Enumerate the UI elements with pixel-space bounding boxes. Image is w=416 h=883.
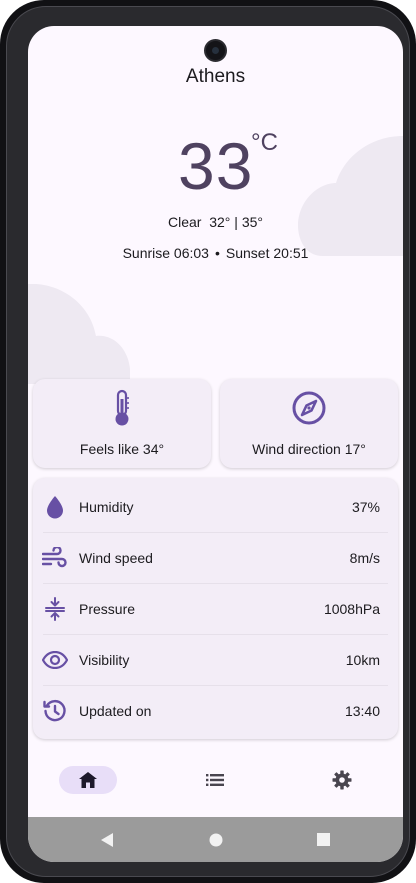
app-screen: Athens 33 °C Clear 32° | 35° Sunrise 06:… [28, 26, 403, 862]
sunset-time: Sunset 20:51 [225, 245, 309, 261]
gear-icon [332, 770, 352, 790]
home-icon [79, 772, 97, 788]
back-icon [100, 832, 113, 847]
updated-on-label: Updated on [79, 702, 152, 719]
sun-times: Sunrise 06:03 • Sunset 20:51 [28, 245, 403, 261]
feels-like-label: Feels like 34° [79, 441, 165, 457]
current-temperature: 33 [178, 129, 254, 203]
detail-row-pressure: Pressure 1008hPa [33, 583, 398, 634]
humidity-value: 37% [351, 498, 380, 515]
detail-row-wind-speed: Wind speed 8m/s [33, 532, 398, 583]
nav-list-button[interactable] [193, 766, 237, 794]
wind-direction-label: Wind direction 17° [252, 441, 366, 457]
recents-icon [316, 833, 330, 846]
eye-icon [42, 647, 68, 673]
condition-and-range: Clear 32° | 35° [168, 214, 263, 230]
compress-icon [42, 596, 68, 622]
weather-details-card: Humidity 37% Wind speed 8m/s Pressure 10… [33, 478, 398, 739]
nav-settings-button[interactable] [320, 766, 364, 794]
front-camera [204, 39, 227, 62]
wind-direction-card[interactable]: Wind direction 17° [220, 379, 398, 468]
sun-separator: • [214, 245, 220, 261]
system-back-button[interactable] [92, 817, 122, 862]
cloud-right-decoration [298, 136, 403, 256]
detail-row-updated-on: Updated on 13:40 [33, 685, 398, 736]
detail-row-humidity: Humidity 37% [33, 481, 398, 532]
system-navigation-bar [28, 817, 403, 862]
phone-frame: Athens 33 °C Clear 32° | 35° Sunrise 06:… [0, 0, 416, 883]
system-home-button[interactable] [201, 817, 231, 862]
updated-on-value: 13:40 [344, 702, 380, 719]
sunrise-time: Sunrise 06:03 [122, 245, 209, 261]
list-icon [206, 774, 224, 786]
compass-icon [220, 389, 398, 432]
cloud-left-decoration [28, 284, 130, 384]
visibility-value: 10km [345, 651, 380, 668]
phone-bezel: Athens 33 °C Clear 32° | 35° Sunrise 06:… [6, 6, 410, 877]
wind-speed-value: 8m/s [349, 549, 380, 566]
home-circle-icon [209, 833, 223, 846]
bottom-navigation [28, 753, 403, 809]
city-name: Athens [185, 66, 246, 87]
pressure-label: Pressure [79, 600, 136, 617]
detail-row-visibility: Visibility 10km [33, 634, 398, 685]
nav-home-button[interactable] [59, 766, 117, 794]
pressure-value: 1008hPa [323, 600, 380, 617]
wind-icon [42, 545, 68, 571]
temperature-unit: °C [251, 129, 278, 156]
thermometer-icon [33, 389, 211, 432]
system-recents-button[interactable] [308, 817, 338, 862]
feels-like-card[interactable]: Feels like 34° [33, 379, 211, 468]
water-drop-icon [42, 494, 68, 520]
humidity-label: Humidity [79, 498, 134, 515]
wind-speed-label: Wind speed [79, 549, 153, 566]
visibility-label: Visibility [79, 651, 130, 668]
clock-history-icon [42, 698, 68, 724]
